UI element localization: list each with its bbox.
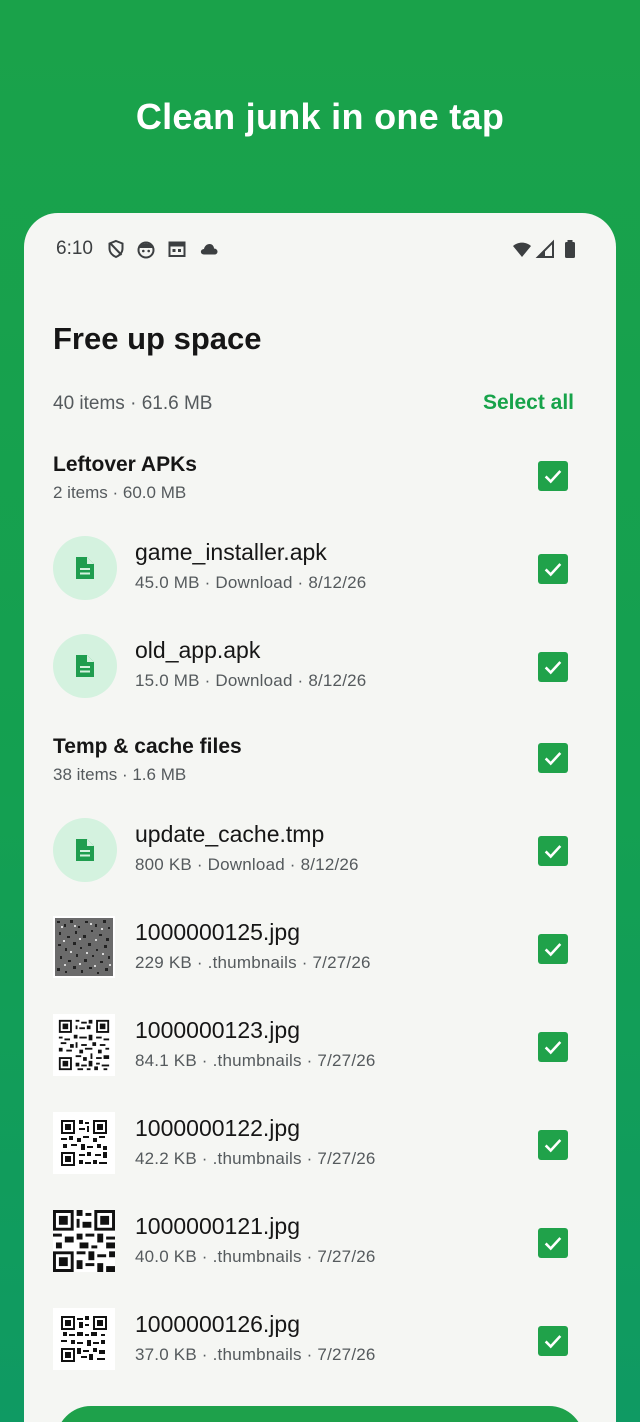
file-name: game_installer.apk	[135, 539, 327, 565]
check-icon	[544, 470, 562, 484]
wifi-icon	[513, 242, 531, 257]
qr-code-thumbnail	[53, 1112, 115, 1174]
list-item[interactable]: 1000000122.jpg 42.2 KB · .thumbnails · 7…	[53, 1109, 573, 1179]
face-icon	[137, 241, 155, 259]
list-item[interactable]: update_cache.tmp 800 KB · Download · 8/1…	[53, 815, 573, 885]
image-thumbnail	[53, 916, 115, 978]
list-item[interactable]: game_installer.apk 45.0 MB · Download · …	[53, 533, 573, 603]
shield-icon	[108, 239, 124, 259]
file-meta: 45.0 MB · Download · 8/12/26	[135, 573, 367, 592]
file-meta: 84.1 KB · .thumbnails · 7/27/26	[135, 1051, 376, 1070]
list-item[interactable]: 1000000126.jpg 37.0 KB · .thumbnails · 7…	[53, 1305, 573, 1375]
group-subtitle: 38 items · 1.6 MB	[53, 765, 187, 784]
item-checkbox[interactable]	[538, 1032, 568, 1062]
clean-button[interactable]	[56, 1406, 584, 1422]
document-icon	[53, 818, 117, 882]
check-icon	[544, 1237, 562, 1251]
item-checkbox[interactable]	[538, 554, 568, 584]
check-icon	[544, 752, 562, 766]
file-meta: 37.0 KB · .thumbnails · 7/27/26	[135, 1345, 376, 1364]
group-header-temp-cache: Temp & cache files 38 items · 1.6 MB	[53, 735, 242, 785]
check-icon	[544, 1335, 562, 1349]
check-icon	[544, 1041, 562, 1055]
check-icon	[544, 563, 562, 577]
file-name: old_app.apk	[135, 637, 261, 663]
page-title: Free up space	[53, 321, 262, 356]
phone-screen: 6:10 Free up space 40 items · 61.6 MB Se…	[24, 213, 616, 1422]
file-meta: 229 KB · .thumbnails · 7/27/26	[135, 953, 371, 972]
hero-headline: Clean junk in one tap	[135, 96, 505, 137]
file-name: 1000000125.jpg	[135, 919, 300, 945]
document-icon	[53, 634, 117, 698]
item-checkbox[interactable]	[538, 1326, 568, 1356]
qr-code-thumbnail	[53, 1210, 115, 1272]
file-name: 1000000123.jpg	[135, 1017, 300, 1043]
status-time: 6:10	[56, 238, 93, 259]
total-summary: 40 items · 61.6 MB	[53, 393, 213, 414]
list-item[interactable]: 1000000121.jpg 40.0 KB · .thumbnails · 7…	[53, 1207, 573, 1277]
list-item[interactable]: old_app.apk 15.0 MB · Download · 8/12/26	[53, 631, 573, 701]
file-name: 1000000122.jpg	[135, 1115, 300, 1141]
group-subtitle: 2 items · 60.0 MB	[53, 483, 187, 502]
cloud-icon	[200, 244, 218, 255]
qr-code-thumbnail	[53, 1014, 115, 1076]
group-header-leftover-apks: Leftover APKs 2 items · 60.0 MB	[53, 453, 197, 503]
group-title: Temp & cache files	[53, 735, 242, 758]
group-checkbox-leftover-apks[interactable]	[538, 461, 568, 491]
file-name: 1000000126.jpg	[135, 1311, 300, 1337]
list-item[interactable]: 1000000123.jpg 84.1 KB · .thumbnails · 7…	[53, 1011, 573, 1081]
list-item[interactable]: 1000000125.jpg 229 KB · .thumbnails · 7/…	[53, 913, 573, 983]
file-name: 1000000121.jpg	[135, 1213, 300, 1239]
item-checkbox[interactable]	[538, 652, 568, 682]
check-icon	[544, 845, 562, 859]
file-meta: 800 KB · Download · 8/12/26	[135, 855, 359, 874]
group-checkbox-temp-cache[interactable]	[538, 743, 568, 773]
document-icon	[53, 536, 117, 600]
group-title: Leftover APKs	[53, 453, 197, 476]
signal-icon	[535, 239, 554, 258]
check-icon	[544, 661, 562, 675]
calendar-icon	[168, 241, 186, 257]
file-meta: 15.0 MB · Download · 8/12/26	[135, 671, 367, 690]
item-checkbox[interactable]	[538, 934, 568, 964]
file-meta: 40.0 KB · .thumbnails · 7/27/26	[135, 1247, 376, 1266]
status-bar: 6:10	[24, 213, 616, 285]
file-name: update_cache.tmp	[135, 821, 325, 847]
qr-code-thumbnail	[53, 1308, 115, 1370]
file-meta: 42.2 KB · .thumbnails · 7/27/26	[135, 1149, 376, 1168]
battery-icon	[565, 240, 575, 258]
item-checkbox[interactable]	[538, 836, 568, 866]
item-checkbox[interactable]	[538, 1228, 568, 1258]
check-icon	[544, 943, 562, 957]
select-all-button[interactable]: Select all	[483, 391, 574, 415]
item-checkbox[interactable]	[538, 1130, 568, 1160]
check-icon	[544, 1139, 562, 1153]
